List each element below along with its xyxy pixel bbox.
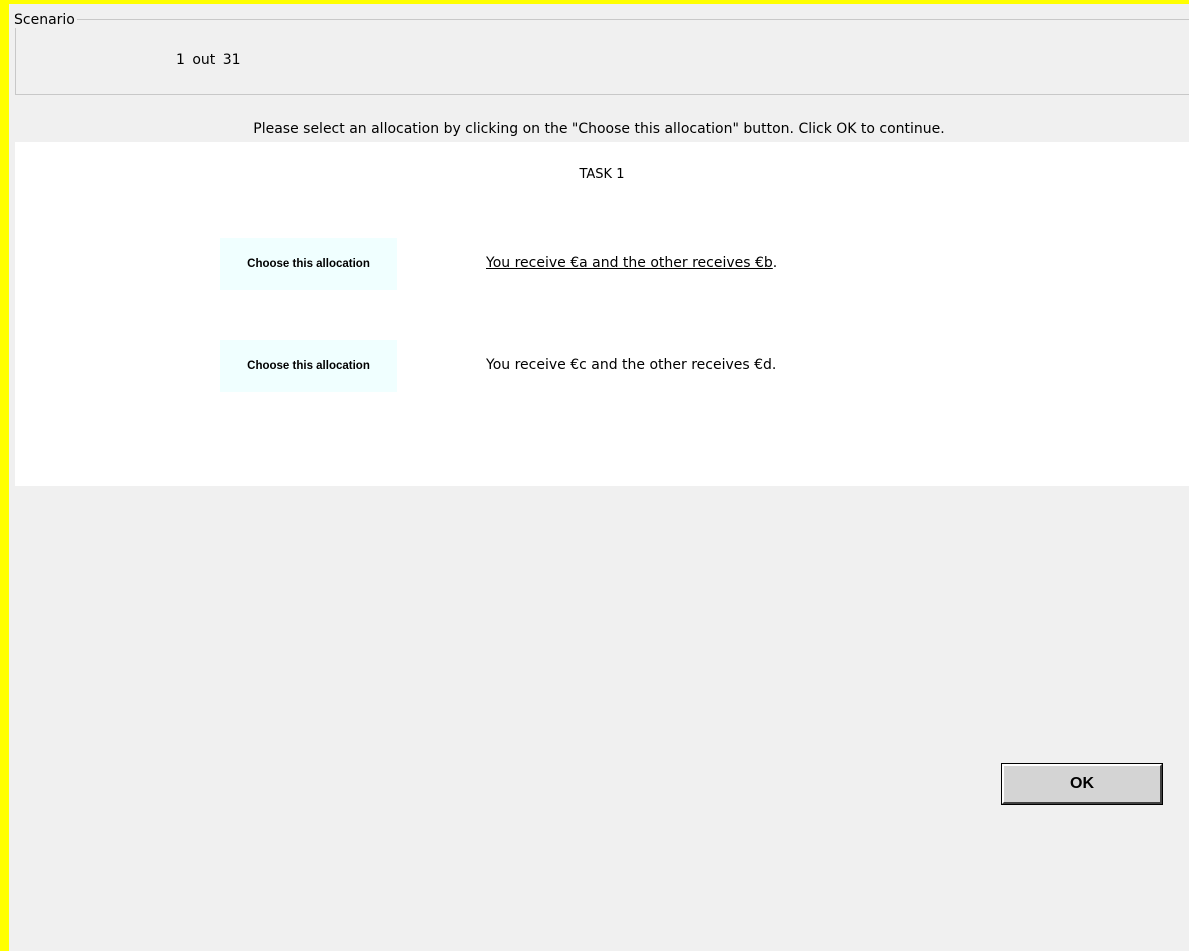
ok-button[interactable]: OK bbox=[1001, 763, 1163, 805]
task-title: TASK 1 bbox=[579, 167, 625, 182]
allocation-description-1: You receive €a and the other receives €b… bbox=[486, 255, 777, 271]
instructions-text: Please select an allocation by clicking … bbox=[253, 121, 945, 137]
allocation-description-2-period: . bbox=[771, 357, 777, 373]
scenario-counter: 1 out 31 bbox=[176, 52, 241, 68]
allocation-description-1-text: You receive €a and the other receives €b bbox=[486, 255, 773, 271]
choose-allocation-button-2[interactable]: Choose this allocation bbox=[220, 340, 397, 392]
task-panel: TASK 1 Choose this allocation You receiv… bbox=[15, 142, 1189, 486]
choose-allocation-button-1[interactable]: Choose this allocation bbox=[220, 238, 397, 290]
allocation-description-2: You receive €c and the other receives €d… bbox=[486, 357, 776, 373]
scenario-legend: Scenario bbox=[12, 12, 77, 28]
allocation-description-2-text: You receive €c and the other receives €d bbox=[486, 357, 772, 373]
allocation-description-1-period: . bbox=[772, 255, 778, 271]
experiment-window: Scenario 1 out 31 Please select an alloc… bbox=[0, 0, 1189, 951]
